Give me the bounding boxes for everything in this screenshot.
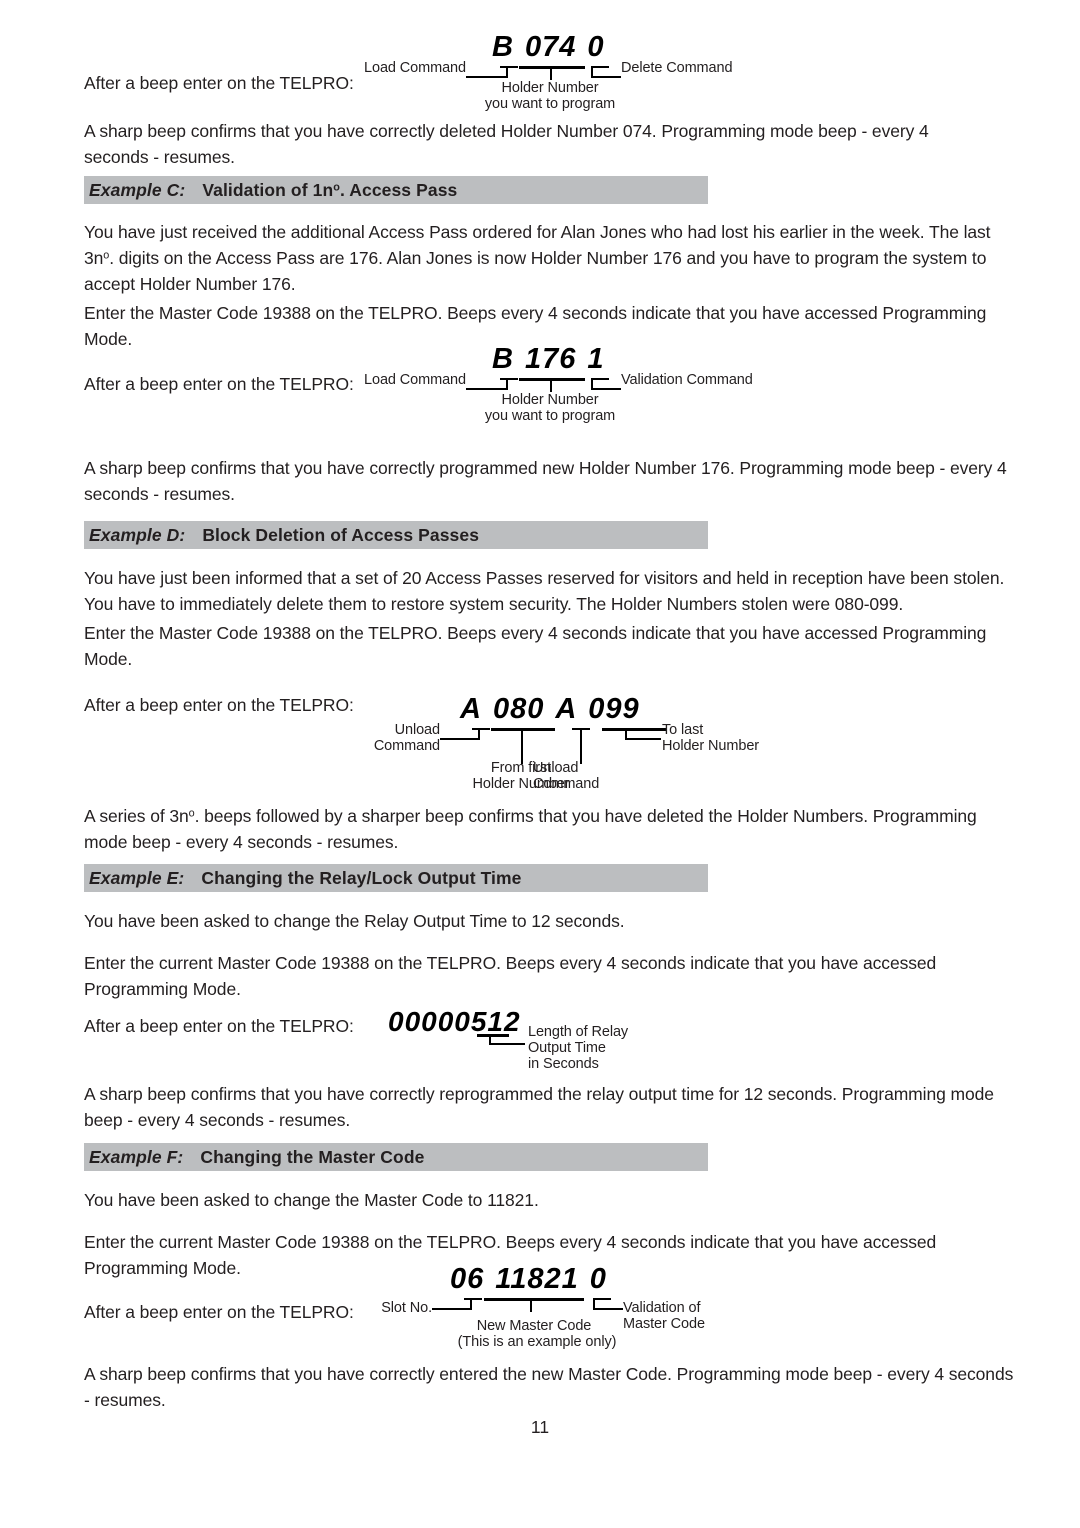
label-from-first-line1: From first — [490, 760, 552, 776]
label-validation-line1: Validation of — [623, 1300, 701, 1316]
leader-load-command-h — [466, 388, 508, 390]
label-holder-number-line2: you want to program — [484, 408, 616, 424]
section-heading-example-d: Example D: Block Deletion of Access Pass… — [84, 521, 708, 549]
leader-slot-cap — [464, 1298, 482, 1300]
section-heading-example-f: Example F: Changing the Master Code — [84, 1143, 708, 1171]
example-e-confirm-paragraph: A sharp beep confirms that you have corr… — [84, 1084, 994, 1130]
leader-new-master-stem — [530, 1298, 532, 1312]
document-page: After a beep enter on the TELPRO: B 074 0 … — [0, 0, 1080, 1528]
code-0611821-text: 06 11821 0 — [450, 1265, 607, 1294]
label-length-line2: Output Time — [528, 1040, 606, 1056]
example-e-master-code-paragraph: Enter the current Master Code 19388 on t… — [84, 953, 937, 999]
code-b176-text: B 176 1 — [492, 345, 604, 374]
label-delete-command: Delete Command — [621, 60, 733, 76]
code-segment-action: 0 — [587, 31, 605, 63]
code-b074-text: B 074 0 — [492, 33, 604, 62]
code-segment-last-holder: 099 — [588, 693, 640, 725]
label-length-line3: in Seconds — [528, 1056, 599, 1072]
leader-from-first-bar — [491, 728, 555, 731]
code-segment-unload1: A — [460, 693, 482, 725]
code-segment-slot: 06 — [450, 1263, 485, 1295]
label-unload-command2-line2: Command — [533, 776, 600, 792]
label-load-command: Load Command — [364, 372, 466, 388]
leader-holder-number-bar — [519, 378, 585, 381]
leader-to-last-bar — [602, 728, 666, 731]
label-unload-command2-line1: Unload — [533, 760, 579, 776]
leader-unload1-cap — [472, 728, 490, 730]
example-f-body: You have been asked to change the Master… — [84, 1190, 539, 1210]
leader-load-command-cap — [500, 66, 518, 68]
label-length-line1: Length of Relay — [528, 1024, 629, 1040]
leader-holder-number-stem — [550, 66, 552, 80]
leader-holder-number-stem — [550, 378, 552, 392]
example-d-title: Block Deletion of Access Passes — [202, 524, 480, 545]
example-e-lead-text: After a beep enter on the TELPRO: — [84, 1016, 354, 1036]
label-to-last-line2: Holder Number — [662, 738, 760, 754]
example-c-body: You have just received the additional Ac… — [84, 222, 991, 294]
label-unload-command1-line1: Unload — [394, 722, 440, 738]
label-new-master-line1: New Master Code — [476, 1318, 592, 1334]
section-heading-example-e: Example E: Changing the Relay/Lock Outpu… — [84, 864, 708, 892]
label-validation-line2: Master Code — [623, 1316, 705, 1332]
example-d-confirm-paragraph: A series of 3no. beeps followed by a sha… — [84, 806, 977, 852]
leader-from-first-stem — [521, 728, 523, 764]
label-new-master-line2: (This is an example only) — [457, 1334, 617, 1350]
leader-load-command-cap — [500, 378, 518, 380]
leader-length-h — [489, 1043, 525, 1045]
code-segment-new-master-code: 11821 — [495, 1263, 579, 1295]
leader-validation-h — [593, 1308, 623, 1310]
code-segment-holder: 176 — [524, 343, 577, 375]
example-d-body: You have just been informed that a set o… — [84, 568, 1005, 614]
example-d-label: Example D: — [89, 524, 186, 545]
code-segment-command: B — [492, 343, 514, 375]
label-validation-command: Validation Command — [621, 372, 753, 388]
code-a080a099-text: A 080 A 099 — [460, 695, 640, 724]
leader-delete-command-cap — [591, 66, 609, 68]
example-f-confirm-paragraph: A sharp beep confirms that you have corr… — [84, 1364, 1014, 1410]
top-confirm-paragraph: A sharp beep confirms that you have corr… — [84, 121, 929, 167]
leader-load-command-h — [466, 76, 508, 78]
section-heading-example-c: Example C: Validation of 1no. Access Pas… — [84, 176, 708, 204]
code-segment-unload2: A — [555, 693, 578, 725]
label-slot-no: Slot No. — [381, 1300, 432, 1316]
example-e-label: Example E: — [89, 867, 185, 888]
example-c-confirm-paragraph: A sharp beep confirms that you have corr… — [84, 458, 1007, 504]
example-d-master-code-paragraph: Enter the Master Code 19388 on the TELPR… — [84, 623, 987, 669]
code-segment-holder: 074 — [524, 31, 577, 63]
leader-unload2-stem — [580, 728, 582, 764]
example-c-label: Example C: — [89, 179, 186, 200]
leader-length-bar — [477, 1034, 509, 1037]
page-number: 11 — [530, 1417, 550, 1437]
label-holder-number-line1: Holder Number — [501, 80, 599, 96]
code-segment-first-holder: 080 — [492, 693, 545, 725]
example-d-lead-text: After a beep enter on the TELPRO: — [84, 695, 354, 715]
leader-slot-h — [432, 1308, 472, 1310]
leader-new-master-bar — [484, 1298, 584, 1301]
example-e-title: Changing the Relay/Lock Output Time — [201, 867, 522, 888]
code-segment-validation: 0 — [589, 1263, 607, 1295]
leader-to-last-h — [625, 738, 661, 740]
label-load-command: Load Command — [364, 60, 466, 76]
leader-validation-h — [591, 388, 621, 390]
label-holder-number-line1: Holder Number — [501, 392, 599, 408]
code-segment-action: 1 — [587, 343, 605, 375]
leader-unload1-h — [440, 738, 480, 740]
example-f-label: Example F: — [89, 1146, 184, 1167]
leader-holder-number-bar — [519, 66, 585, 69]
code-00000512-text: 00000512 — [388, 1006, 521, 1037]
label-unload-command1-line2: Command — [373, 738, 440, 754]
code-segment-command: B — [492, 31, 514, 63]
leader-validation-cap — [593, 1298, 611, 1300]
label-to-last-line1: To last — [662, 722, 704, 738]
example-e-body: You have been asked to change the Relay … — [84, 911, 625, 931]
ordinal-superscript: o — [333, 180, 340, 193]
example-c-title: Validation of 1no. Access Pass — [202, 179, 458, 200]
leader-delete-command-h — [591, 76, 621, 78]
example-f-title: Changing the Master Code — [200, 1146, 425, 1167]
leader-validation-cap — [591, 378, 609, 380]
label-holder-number-line2: you want to program — [484, 96, 616, 112]
